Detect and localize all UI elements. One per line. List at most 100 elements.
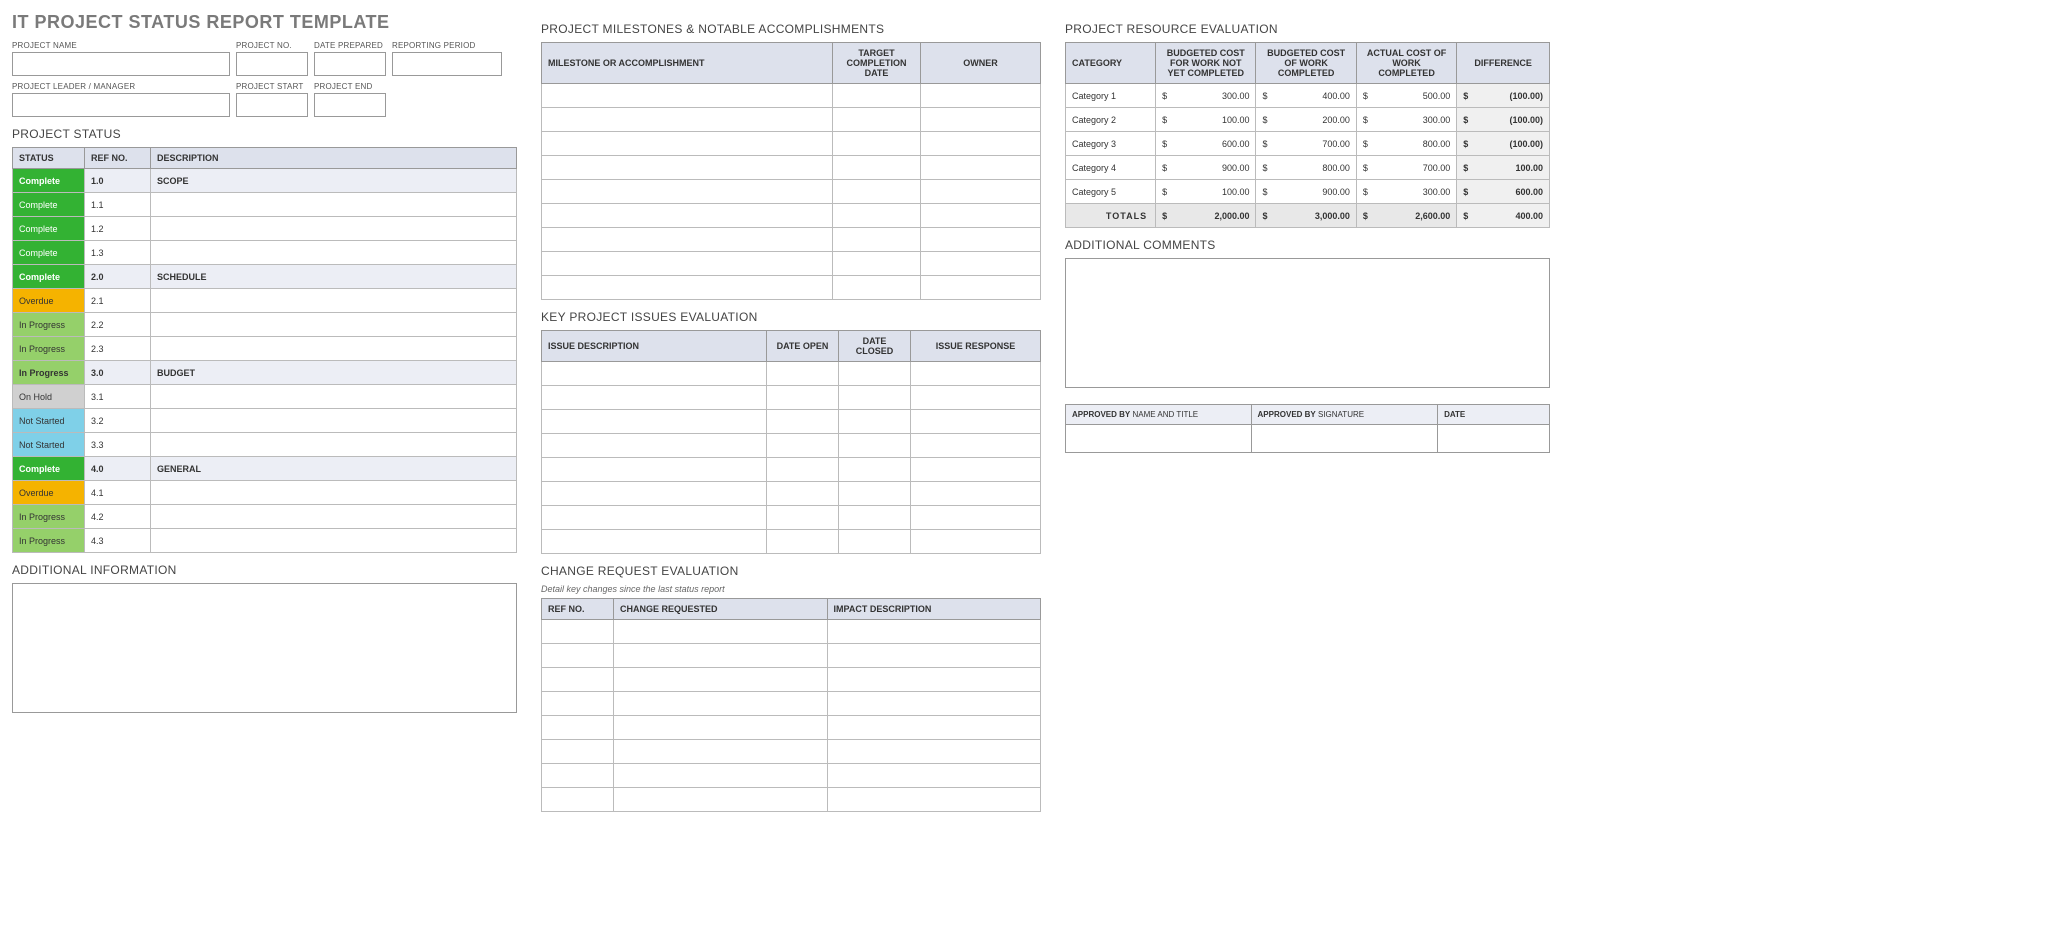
empty-cell[interactable] xyxy=(921,84,1041,108)
status-cell[interactable]: Complete xyxy=(13,457,85,481)
empty-cell[interactable] xyxy=(542,132,833,156)
empty-cell[interactable] xyxy=(542,740,614,764)
empty-cell[interactable] xyxy=(921,204,1041,228)
empty-cell[interactable] xyxy=(542,434,767,458)
field-input[interactable] xyxy=(392,52,502,76)
empty-cell[interactable] xyxy=(833,252,921,276)
empty-cell[interactable] xyxy=(911,482,1041,506)
empty-cell[interactable] xyxy=(542,506,767,530)
status-cell[interactable]: In Progress xyxy=(13,529,85,553)
empty-cell[interactable] xyxy=(542,410,767,434)
empty-cell[interactable] xyxy=(614,668,828,692)
additional-info-box[interactable] xyxy=(12,583,517,713)
desc-cell[interactable]: GENERAL xyxy=(151,457,517,481)
empty-cell[interactable] xyxy=(542,180,833,204)
empty-cell[interactable] xyxy=(839,506,911,530)
empty-cell[interactable] xyxy=(911,386,1041,410)
desc-cell[interactable] xyxy=(151,313,517,337)
desc-cell[interactable]: BUDGET xyxy=(151,361,517,385)
empty-cell[interactable] xyxy=(542,156,833,180)
status-cell[interactable]: In Progress xyxy=(13,505,85,529)
approval-signature-input[interactable] xyxy=(1252,425,1439,453)
desc-cell[interactable] xyxy=(151,505,517,529)
empty-cell[interactable] xyxy=(827,692,1041,716)
empty-cell[interactable] xyxy=(833,132,921,156)
empty-cell[interactable] xyxy=(921,132,1041,156)
desc-cell[interactable] xyxy=(151,337,517,361)
empty-cell[interactable] xyxy=(767,386,839,410)
empty-cell[interactable] xyxy=(767,506,839,530)
empty-cell[interactable] xyxy=(614,644,828,668)
empty-cell[interactable] xyxy=(827,764,1041,788)
empty-cell[interactable] xyxy=(542,692,614,716)
desc-cell[interactable] xyxy=(151,409,517,433)
empty-cell[interactable] xyxy=(542,386,767,410)
empty-cell[interactable] xyxy=(911,362,1041,386)
empty-cell[interactable] xyxy=(542,620,614,644)
empty-cell[interactable] xyxy=(827,716,1041,740)
empty-cell[interactable] xyxy=(827,788,1041,812)
status-cell[interactable]: On Hold xyxy=(13,385,85,409)
empty-cell[interactable] xyxy=(767,482,839,506)
empty-cell[interactable] xyxy=(767,434,839,458)
empty-cell[interactable] xyxy=(911,458,1041,482)
empty-cell[interactable] xyxy=(542,716,614,740)
empty-cell[interactable] xyxy=(833,156,921,180)
desc-cell[interactable] xyxy=(151,193,517,217)
empty-cell[interactable] xyxy=(542,228,833,252)
additional-comments-box[interactable] xyxy=(1065,258,1550,388)
status-cell[interactable]: Complete xyxy=(13,193,85,217)
empty-cell[interactable] xyxy=(542,276,833,300)
status-cell[interactable]: In Progress xyxy=(13,361,85,385)
approval-name-input[interactable] xyxy=(1065,425,1252,453)
empty-cell[interactable] xyxy=(542,644,614,668)
empty-cell[interactable] xyxy=(827,740,1041,764)
desc-cell[interactable] xyxy=(151,481,517,505)
empty-cell[interactable] xyxy=(833,276,921,300)
empty-cell[interactable] xyxy=(921,156,1041,180)
empty-cell[interactable] xyxy=(833,108,921,132)
empty-cell[interactable] xyxy=(839,386,911,410)
empty-cell[interactable] xyxy=(911,506,1041,530)
empty-cell[interactable] xyxy=(839,458,911,482)
empty-cell[interactable] xyxy=(614,692,828,716)
empty-cell[interactable] xyxy=(911,530,1041,554)
empty-cell[interactable] xyxy=(614,788,828,812)
empty-cell[interactable] xyxy=(542,764,614,788)
field-input[interactable] xyxy=(236,52,308,76)
status-cell[interactable]: In Progress xyxy=(13,313,85,337)
empty-cell[interactable] xyxy=(921,276,1041,300)
status-cell[interactable]: Overdue xyxy=(13,481,85,505)
field-input[interactable] xyxy=(314,52,386,76)
empty-cell[interactable] xyxy=(542,362,767,386)
empty-cell[interactable] xyxy=(542,668,614,692)
empty-cell[interactable] xyxy=(614,716,828,740)
empty-cell[interactable] xyxy=(767,530,839,554)
empty-cell[interactable] xyxy=(839,530,911,554)
status-cell[interactable]: Not Started xyxy=(13,409,85,433)
empty-cell[interactable] xyxy=(833,84,921,108)
empty-cell[interactable] xyxy=(767,362,839,386)
status-cell[interactable]: Complete xyxy=(13,169,85,193)
field-input[interactable] xyxy=(12,52,230,76)
empty-cell[interactable] xyxy=(542,530,767,554)
approval-date-input[interactable] xyxy=(1438,425,1550,453)
empty-cell[interactable] xyxy=(767,410,839,434)
desc-cell[interactable] xyxy=(151,433,517,457)
empty-cell[interactable] xyxy=(614,764,828,788)
empty-cell[interactable] xyxy=(839,362,911,386)
field-input[interactable] xyxy=(12,93,230,117)
empty-cell[interactable] xyxy=(921,180,1041,204)
empty-cell[interactable] xyxy=(614,620,828,644)
empty-cell[interactable] xyxy=(921,228,1041,252)
empty-cell[interactable] xyxy=(542,108,833,132)
empty-cell[interactable] xyxy=(614,740,828,764)
status-cell[interactable]: Complete xyxy=(13,241,85,265)
empty-cell[interactable] xyxy=(827,668,1041,692)
empty-cell[interactable] xyxy=(839,434,911,458)
empty-cell[interactable] xyxy=(911,434,1041,458)
empty-cell[interactable] xyxy=(833,228,921,252)
status-cell[interactable]: Complete xyxy=(13,217,85,241)
empty-cell[interactable] xyxy=(542,84,833,108)
empty-cell[interactable] xyxy=(911,410,1041,434)
